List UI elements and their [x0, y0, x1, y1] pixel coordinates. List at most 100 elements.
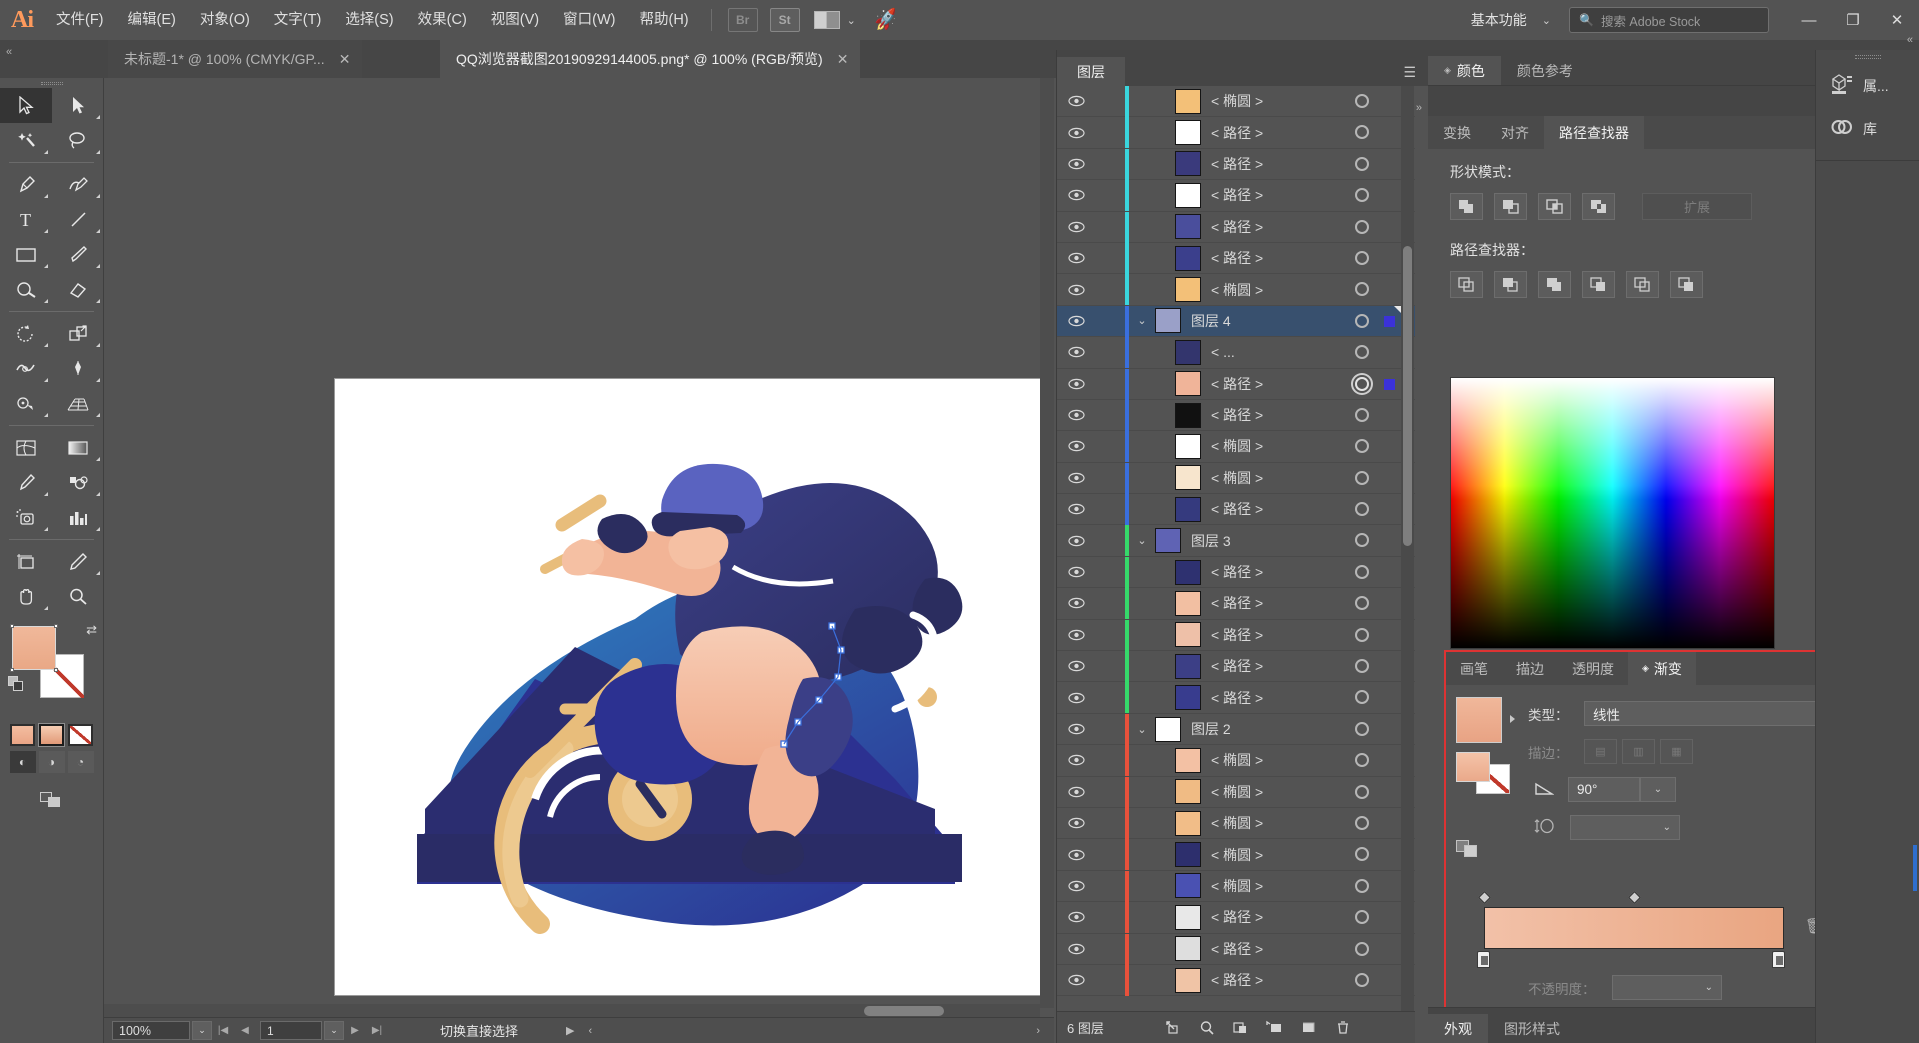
- target-indicator[interactable]: [1355, 502, 1369, 517]
- fill-swatch[interactable]: [10, 624, 58, 672]
- magic-wand-tool[interactable]: [0, 123, 52, 158]
- perspective-grid-tool[interactable]: [52, 386, 104, 421]
- sublayer-row[interactable]: < 椭圆 >: [1057, 274, 1415, 306]
- layer-name[interactable]: < 椭圆 >: [1211, 468, 1263, 488]
- rectangle-tool[interactable]: [0, 237, 52, 272]
- gradient-fill-swatch[interactable]: [1456, 752, 1490, 782]
- artboard-tool[interactable]: [0, 544, 52, 579]
- window-minimize-button[interactable]: —: [1787, 0, 1831, 40]
- zoom-tool[interactable]: [52, 579, 104, 614]
- eraser-tool[interactable]: [52, 272, 104, 307]
- gradient-midpoint-diamond-center[interactable]: [1628, 891, 1641, 904]
- target-indicator[interactable]: [1355, 690, 1369, 705]
- tab-stroke[interactable]: 描边: [1502, 652, 1558, 685]
- adobe-stock-search[interactable]: 🔍 搜索 Adobe Stock: [1569, 7, 1769, 33]
- menu-view[interactable]: 视图(V): [479, 0, 551, 40]
- target-indicator[interactable]: [1355, 847, 1369, 862]
- visibility-toggle-icon[interactable]: [1057, 754, 1095, 766]
- window-restore-button[interactable]: ❐: [1831, 0, 1875, 40]
- target-indicator[interactable]: [1355, 659, 1369, 674]
- layer-name[interactable]: < 路径 >: [1211, 405, 1263, 425]
- layer-name[interactable]: < 椭圆 >: [1211, 91, 1263, 111]
- type-tool[interactable]: T: [0, 202, 52, 237]
- tab-color-guide[interactable]: 颜色参考: [1501, 56, 1589, 85]
- target-indicator[interactable]: [1355, 94, 1369, 108]
- target-indicator[interactable]: [1355, 470, 1369, 485]
- layer-name[interactable]: < 路径 >: [1211, 562, 1263, 582]
- disclosure-expanded-icon[interactable]: ⌄: [1131, 534, 1153, 547]
- canvas-horizontal-scrollbar[interactable]: [104, 1004, 1040, 1018]
- selection-tool[interactable]: [0, 88, 52, 123]
- gradient-midpoint-diamond-left[interactable]: [1478, 891, 1491, 904]
- gradient-type-select[interactable]: 线性 ⌄: [1584, 701, 1849, 726]
- minus-back-icon[interactable]: [1670, 271, 1703, 298]
- sublayer-row[interactable]: < 路径 >: [1057, 148, 1415, 181]
- artboard[interactable]: [335, 379, 1040, 995]
- layer-name[interactable]: < 路径 >: [1211, 656, 1263, 676]
- divide-icon[interactable]: [1450, 271, 1483, 298]
- target-indicator[interactable]: [1355, 596, 1369, 611]
- status-scroll-left-icon[interactable]: ‹: [588, 1025, 592, 1037]
- tab-layers[interactable]: 图层: [1057, 57, 1125, 86]
- minus-front-icon[interactable]: [1494, 193, 1527, 220]
- swap-fill-stroke-icon[interactable]: ⇄: [86, 622, 97, 638]
- target-indicator[interactable]: [1355, 910, 1369, 925]
- document-tab-untitled-close-icon[interactable]: ✕: [339, 51, 351, 68]
- sublayer-row[interactable]: < 路径 >: [1057, 556, 1415, 589]
- target-indicator[interactable]: [1355, 219, 1369, 234]
- sublayer-row[interactable]: < 椭圆 >: [1057, 462, 1415, 495]
- drawing-mode-inside-icon[interactable]: ◔: [67, 751, 94, 773]
- mesh-tool[interactable]: [0, 430, 52, 465]
- sublayer-row[interactable]: < 路径 >: [1057, 211, 1415, 243]
- stroke-gradient-within-icon[interactable]: ▤: [1584, 739, 1617, 764]
- sublayer-row[interactable]: < 路径 >: [1057, 180, 1415, 212]
- layer-name[interactable]: < 路径 >: [1211, 499, 1263, 519]
- layers-list[interactable]: < 椭圆 > < 路径 > < 路径 > < 路径 > < 路径 > < 路径 > < 椭圆…: [1057, 86, 1415, 1011]
- tab-graphic-styles[interactable]: 图形样式: [1488, 1014, 1576, 1043]
- sublayer-row[interactable]: < 路径 >: [1057, 494, 1415, 526]
- next-artboard-button[interactable]: ▶: [344, 1020, 366, 1042]
- create-new-layer-icon[interactable]: [1258, 1012, 1292, 1043]
- tabbar-collapse-icon[interactable]: «: [6, 46, 12, 58]
- paintbrush-tool[interactable]: [52, 237, 104, 272]
- document-tab-qq-screenshot-close-icon[interactable]: ✕: [837, 51, 849, 68]
- visibility-toggle-icon[interactable]: [1057, 880, 1095, 892]
- sublayer-row[interactable]: < 路径 >: [1057, 902, 1415, 934]
- menu-file[interactable]: 文件(F): [44, 0, 116, 40]
- menu-select[interactable]: 选择(S): [333, 0, 405, 40]
- gradient-stop-start[interactable]: [1477, 951, 1490, 968]
- stroke-gradient-across-icon[interactable]: ▦: [1660, 739, 1693, 764]
- target-indicator[interactable]: [1355, 345, 1369, 360]
- sublayer-row[interactable]: < 路径 >: [1057, 682, 1415, 714]
- layer-name[interactable]: 图层 2: [1191, 719, 1231, 739]
- menu-help[interactable]: 帮助(H): [627, 0, 700, 40]
- tab-appearance[interactable]: 外观: [1428, 1014, 1488, 1043]
- visibility-toggle-icon[interactable]: [1057, 284, 1095, 296]
- sublayer-row[interactable]: < 椭圆 >: [1057, 745, 1415, 777]
- gradient-tool[interactable]: [52, 430, 104, 465]
- sublayer-row[interactable]: < 路径 >: [1057, 117, 1415, 149]
- visibility-toggle-icon[interactable]: [1057, 221, 1095, 233]
- layers-scrollbar[interactable]: [1401, 86, 1414, 1011]
- delete-selection-icon[interactable]: [1326, 1012, 1360, 1043]
- sublayer-row[interactable]: < ...: [1057, 337, 1415, 369]
- disclosure-expanded-icon[interactable]: ⌄: [1131, 314, 1153, 327]
- layer-name[interactable]: < 椭圆 >: [1211, 813, 1263, 833]
- sublayer-row[interactable]: < 椭圆 >: [1057, 807, 1415, 840]
- shape-builder-tool[interactable]: [0, 386, 52, 421]
- layer-name[interactable]: < ...: [1211, 344, 1235, 360]
- visibility-toggle-icon[interactable]: [1057, 597, 1095, 609]
- outline-icon[interactable]: [1626, 271, 1659, 298]
- gradient-opacity-field[interactable]: ⌄: [1612, 975, 1722, 1000]
- target-indicator[interactable]: [1355, 125, 1369, 140]
- arrange-chevron-down-icon[interactable]: ⌄: [847, 14, 856, 27]
- tab-pathfinder[interactable]: 路径查找器: [1544, 116, 1644, 149]
- shaper-tool[interactable]: [0, 272, 52, 307]
- layer-name[interactable]: < 路径 >: [1211, 123, 1263, 143]
- drawing-mode-behind-icon[interactable]: ◑: [38, 751, 65, 773]
- layer-name[interactable]: < 椭圆 >: [1211, 782, 1263, 802]
- reverse-gradient-icon[interactable]: [1456, 838, 1482, 860]
- arrange-documents-icon[interactable]: [813, 11, 840, 29]
- tab-transform[interactable]: 变换: [1428, 116, 1486, 149]
- visibility-toggle-icon[interactable]: [1057, 315, 1095, 327]
